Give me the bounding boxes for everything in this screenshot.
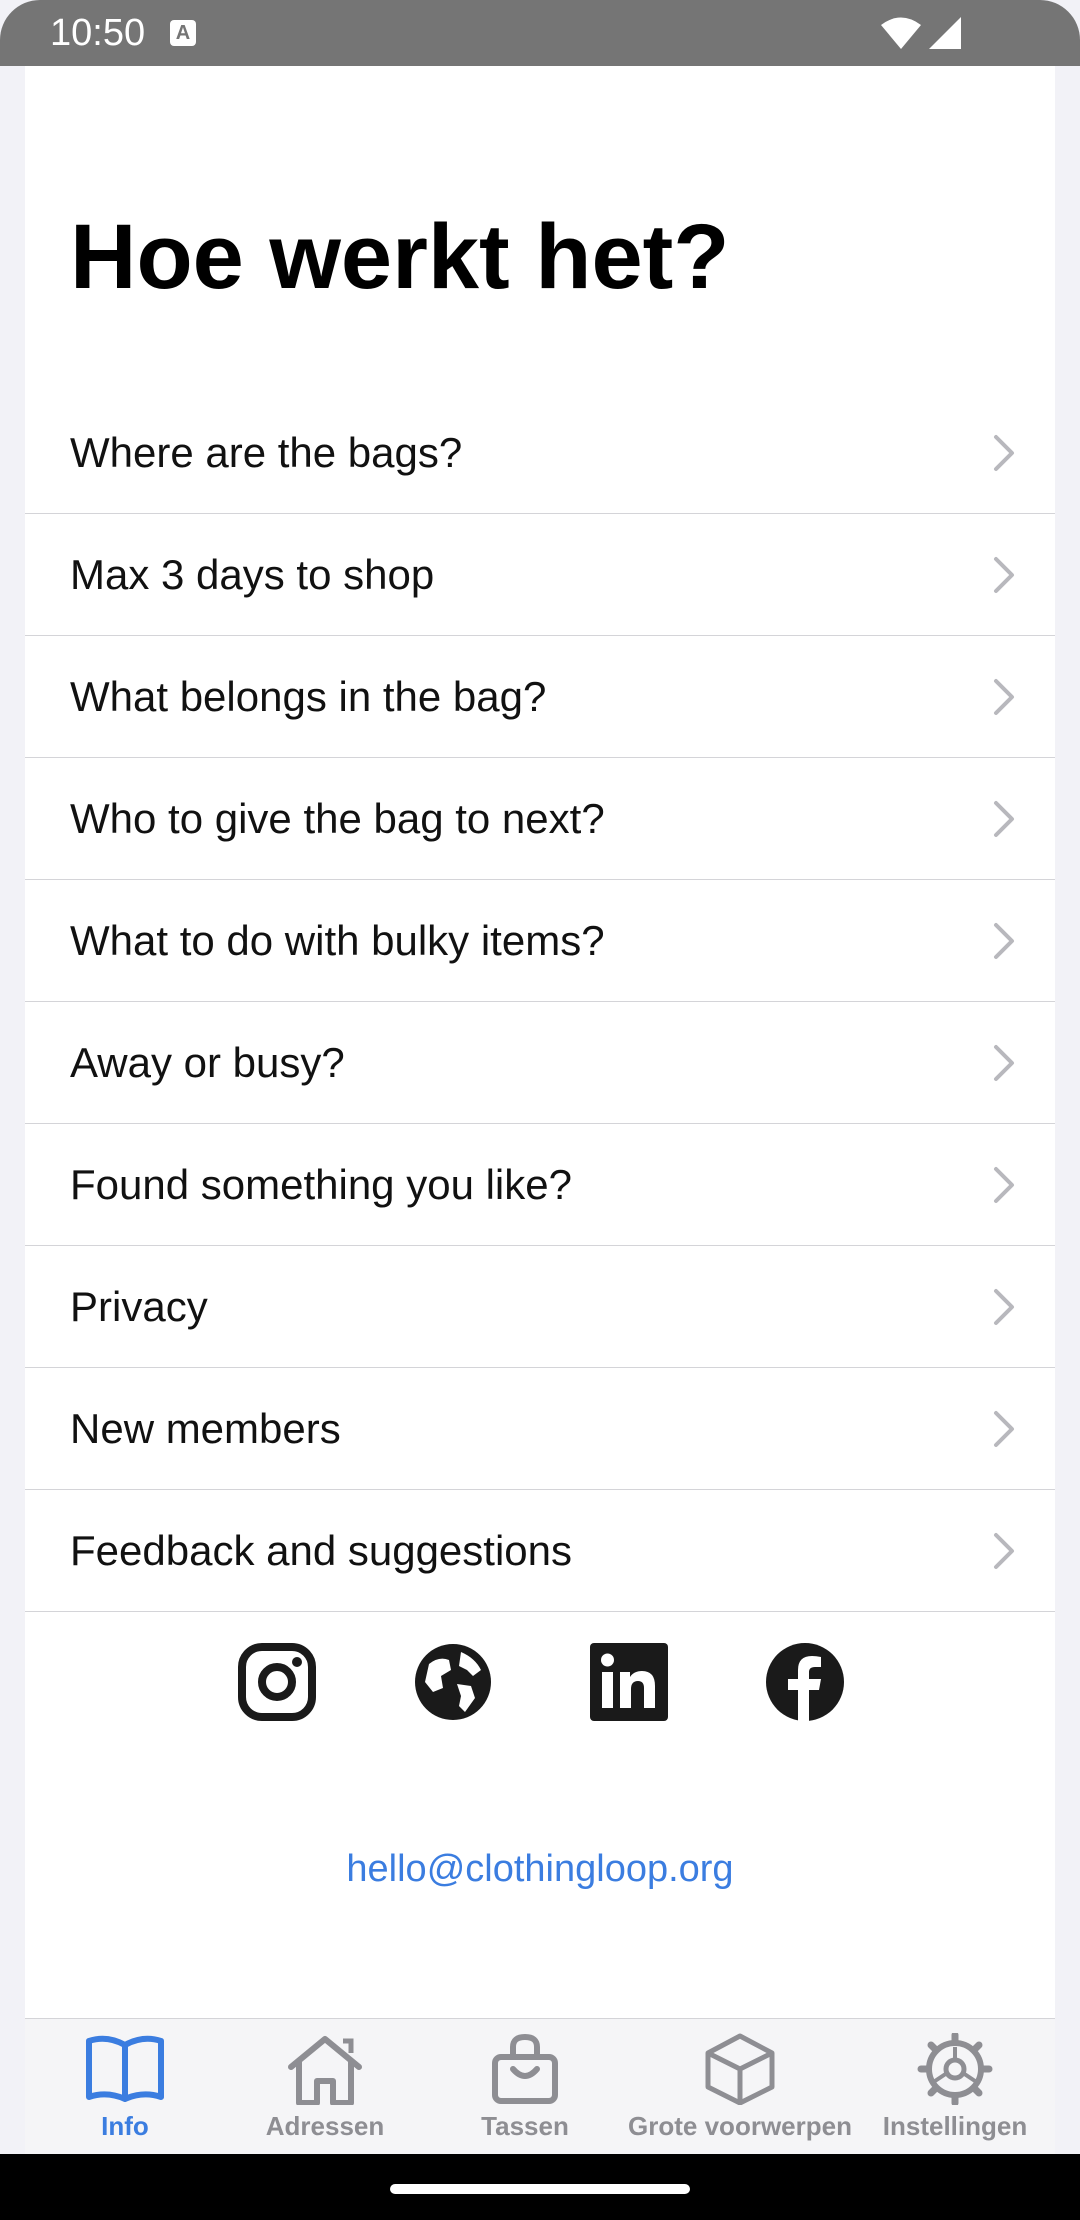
- tab-grote-voorwerpen[interactable]: Grote voorwerpen: [625, 2019, 855, 2153]
- chevron-right-icon: [994, 1411, 1014, 1447]
- facebook-icon[interactable]: [765, 1642, 845, 1722]
- tab-label: Tassen: [481, 2111, 569, 2141]
- tab-bar: Info Adressen Tassen Grote voorwerpen In…: [25, 2018, 1055, 2154]
- faq-item-label: Max 3 days to shop: [70, 551, 435, 598]
- tab-info[interactable]: Info: [25, 2019, 225, 2153]
- faq-item-label: What to do with bulky items?: [70, 917, 605, 964]
- notification-a-icon: A: [170, 20, 196, 46]
- tab-adressen[interactable]: Adressen: [225, 2019, 425, 2153]
- faq-item-label: Found something you like?: [70, 1161, 572, 1208]
- cube-icon: [705, 2033, 775, 2105]
- social-links: [25, 1642, 1055, 1722]
- home-gesture-bar[interactable]: [390, 2184, 690, 2194]
- chevron-right-icon: [994, 679, 1014, 715]
- faq-item-feedback-and-suggestions[interactable]: Feedback and suggestions: [25, 1490, 1055, 1612]
- gear-icon: [917, 2033, 993, 2105]
- bag-icon: [492, 2033, 558, 2104]
- faq-item-label: New members: [70, 1405, 341, 1452]
- faq-item-who-to-give-the-bag-to-next[interactable]: Who to give the bag to next?: [25, 758, 1055, 880]
- faq-item-new-members[interactable]: New members: [25, 1368, 1055, 1490]
- chevron-right-icon: [994, 1045, 1014, 1081]
- chevron-right-icon: [994, 435, 1014, 471]
- tab-tassen[interactable]: Tassen: [425, 2019, 625, 2153]
- faq-item-label: Away or busy?: [70, 1039, 345, 1086]
- faq-item-what-belongs-in-the-bag[interactable]: What belongs in the bag?: [25, 636, 1055, 758]
- faq-item-label: Where are the bags?: [70, 429, 463, 476]
- info-page: Hoe werkt het? Where are the bags? Max 3…: [25, 66, 1055, 2018]
- faq-list: Where are the bags? Max 3 days to shop W…: [25, 392, 1055, 1612]
- status-time: 10:50: [50, 12, 146, 54]
- book-icon: [86, 2035, 164, 2102]
- faq-item-bulky-items[interactable]: What to do with bulky items?: [25, 880, 1055, 1002]
- faq-item-privacy[interactable]: Privacy: [25, 1246, 1055, 1368]
- faq-item-away-or-busy[interactable]: Away or busy?: [25, 1002, 1055, 1124]
- globe-icon[interactable]: [413, 1642, 493, 1722]
- faq-item-found-something-you-like[interactable]: Found something you like?: [25, 1124, 1055, 1246]
- faq-item-label: Who to give the bag to next?: [70, 795, 605, 842]
- faq-item-label: Feedback and suggestions: [70, 1527, 573, 1574]
- page-title: Hoe werkt het?: [70, 206, 730, 308]
- wifi-icon: [881, 17, 921, 49]
- tab-label: Grote voorwerpen: [628, 2111, 852, 2141]
- linkedin-icon[interactable]: [589, 1642, 669, 1722]
- tab-label: Instellingen: [882, 2111, 1028, 2141]
- status-bar: 10:50 A: [0, 0, 1080, 66]
- tab-label: Adressen: [265, 2111, 385, 2141]
- tab-label: Info: [101, 2111, 149, 2141]
- email-link[interactable]: hello@clothingloop.org: [25, 1844, 1055, 1894]
- faq-item-label: Privacy: [70, 1283, 208, 1330]
- signal-icon: [929, 17, 961, 49]
- instagram-icon[interactable]: [237, 1642, 317, 1722]
- faq-item-where-are-the-bags[interactable]: Where are the bags?: [25, 392, 1055, 514]
- chevron-right-icon: [994, 1289, 1014, 1325]
- chevron-right-icon: [994, 1167, 1014, 1203]
- home-icon: [288, 2036, 362, 2105]
- chevron-right-icon: [994, 557, 1014, 593]
- faq-item-label: What belongs in the bag?: [70, 673, 547, 720]
- chevron-right-icon: [994, 801, 1014, 837]
- tab-instellingen[interactable]: Instellingen: [855, 2019, 1055, 2153]
- system-nav-bar: [0, 2154, 1080, 2220]
- chevron-right-icon: [994, 923, 1014, 959]
- chevron-right-icon: [994, 1533, 1014, 1569]
- faq-item-max-3-days-to-shop[interactable]: Max 3 days to shop: [25, 514, 1055, 636]
